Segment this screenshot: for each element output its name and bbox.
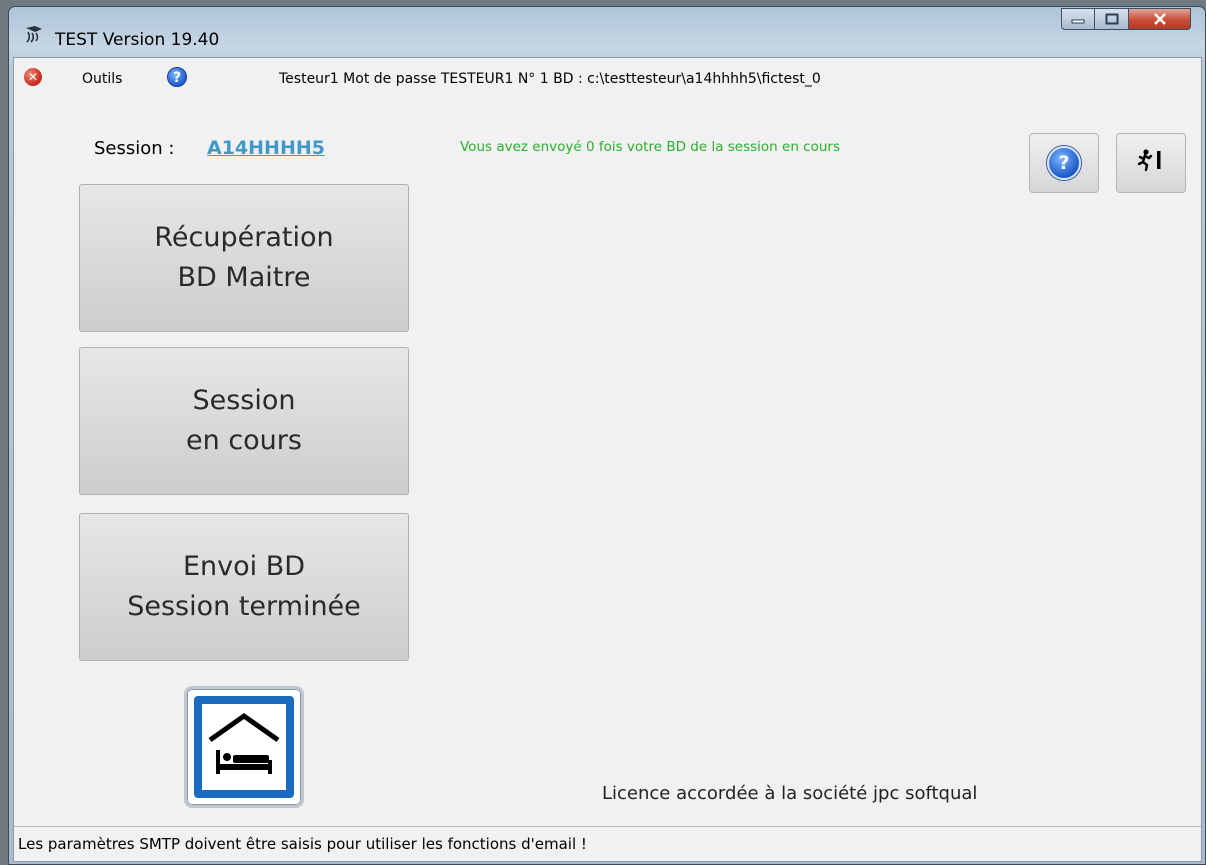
exit-running-icon [1137,148,1165,178]
exit-button[interactable] [1116,133,1186,193]
button-line-2: Session terminée [127,591,361,622]
session-label: Session : [94,138,175,159]
connection-info: Testeur1 Mot de passe TESTEUR1 N° 1 BD :… [279,71,821,87]
help-icon[interactable]: ? [167,67,187,87]
maximize-icon [1105,13,1118,25]
minimize-button[interactable] [1061,8,1095,30]
close-window-button[interactable] [1129,8,1191,30]
button-line-1: Envoi BD [182,551,306,582]
hotel-bed-icon[interactable] [184,686,304,808]
window-controls [1061,8,1191,30]
close-icon [1153,13,1166,25]
client-area: ✕ Outils ? Testeur1 Mot de passe TESTEUR… [13,57,1202,862]
minimize-icon [1071,19,1085,24]
recuperation-bd-maitre-button[interactable]: Récupération BD Maitre [79,184,409,332]
envoi-bd-session-terminee-button[interactable]: Envoi BD Session terminée [79,513,409,661]
window-title: TEST Version 19.40 [55,30,220,50]
menu-item-outils[interactable]: Outils [82,71,122,87]
button-line-2: BD Maitre [177,262,311,293]
session-en-cours-button[interactable]: Session en cours [79,347,409,495]
maximize-button[interactable] [1095,8,1129,30]
help-button[interactable]: ? [1029,133,1099,193]
button-line-1: Récupération [154,222,334,253]
licence-text: Licence accordée à la société jpc softqu… [602,783,978,804]
status-bar: Les paramètres SMTP doivent être saisis … [14,826,1201,861]
application-window: TEST Version 19.40 ✕ Outils ? Testeur1 M… [8,6,1206,865]
button-line-1: Session [192,385,296,416]
status-message: Les paramètres SMTP doivent être saisis … [18,835,587,853]
menu-bar: ✕ Outils ? Testeur1 Mot de passe TESTEUR… [14,58,1201,94]
button-line-2: en cours [186,425,302,456]
x-circle-icon[interactable]: ✕ [24,68,42,86]
question-icon: ? [1047,146,1081,180]
app-logo-icon[interactable] [23,24,45,44]
session-code-link[interactable]: A14HHHH5 [207,137,325,159]
sent-count-message: Vous avez envoyé 0 fois votre BD de la s… [460,139,840,155]
title-bar[interactable]: TEST Version 19.40 [9,7,1205,57]
